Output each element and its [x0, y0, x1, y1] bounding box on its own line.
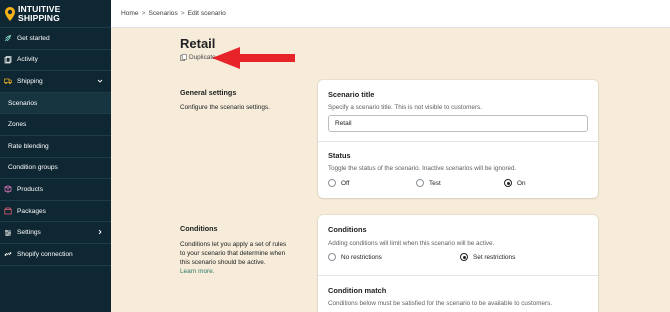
sidebar-item-shopify-connection[interactable]: Shopify connection [0, 244, 111, 266]
sidebar-item-label: Shipping [17, 77, 43, 85]
location-pin-icon [5, 6, 15, 21]
sidebar-item-label: Condition groups [8, 164, 58, 172]
status-label: Status [328, 151, 351, 160]
sidebar-item-shipping[interactable]: Shipping [0, 71, 111, 93]
conditions-description: Conditions let you apply a set of rules … [180, 240, 286, 276]
breadcrumb-home[interactable]: Home [121, 10, 139, 17]
sidebar-item-label: Zones [8, 121, 27, 129]
sidebar-item-label: Activity [17, 56, 38, 64]
shipping-icon [4, 79, 12, 85]
rocket-icon [4, 35, 12, 42]
general-settings-title: General settings [180, 88, 237, 97]
sidebar-item-label: Get started [17, 34, 50, 42]
shopify-icon [4, 252, 12, 257]
sidebar-item-label: Shopify connection [17, 250, 73, 258]
sidebar-item-get-started[interactable]: Get started [0, 28, 111, 50]
breadcrumb-separator: > [141, 10, 146, 17]
activity-icon [4, 56, 12, 64]
chevron-down-icon [97, 79, 103, 83]
sidebar-item-label: Packages [17, 207, 46, 215]
conditions-description-line: Conditions let you apply a set of rules [180, 241, 287, 248]
sidebar-item-condition-groups[interactable]: Condition groups [0, 158, 111, 180]
general-settings-card: Scenario title Specify a scenario title.… [318, 80, 598, 198]
card-divider [318, 141, 598, 142]
conditions-help: Adding conditions will limit when this s… [328, 240, 495, 247]
conditions-description-line: to your scenario that determine when [180, 250, 286, 257]
radio-button[interactable] [328, 253, 336, 261]
condition-match-label: Condition match [328, 286, 387, 295]
conditions-description-line: this scenario should be active. [180, 259, 266, 266]
conditions-radio-set-restrictions[interactable]: Set restrictions [460, 253, 515, 261]
sidebar-item-scenarios[interactable]: Scenarios [0, 92, 111, 115]
status-help: Toggle the status of the scenario. Inact… [328, 165, 517, 172]
settings-icon [5, 229, 11, 236]
general-settings-description: Configure the scenario settings. [180, 104, 270, 111]
status-radio-test[interactable]: Test [416, 179, 441, 187]
products-icon [4, 185, 12, 194]
status-radio-off[interactable]: Off [328, 179, 349, 187]
sidebar-item-label: Settings [17, 229, 41, 237]
breadcrumb-scenarios[interactable]: Scenarios [148, 10, 177, 17]
sidebar-item-packages[interactable]: Packages [0, 201, 111, 223]
sidebar-item-label: Products [17, 185, 44, 193]
conditions-radio-no-restrictions[interactable]: No restrictions [328, 253, 382, 261]
radio-label: Off [341, 179, 350, 187]
breadcrumb-separator: > [180, 10, 185, 17]
sidebar-item-products[interactable]: Products [0, 179, 111, 201]
card-divider [318, 275, 598, 276]
sidebar-item-activity[interactable]: Activity [0, 50, 111, 72]
sidebar-item-label: Scenarios [8, 99, 38, 107]
radio-button-selected[interactable] [460, 253, 468, 261]
page-title: Retail [180, 36, 216, 51]
radio-button[interactable] [416, 179, 424, 187]
brand-name: INTUITIVE SHIPPING [18, 3, 61, 23]
scenario-title-label: Scenario title [328, 90, 375, 99]
scenario-title-help: Specify a scenario title. This is not vi… [328, 104, 482, 111]
radio-label: No restrictions [341, 253, 382, 261]
scenario-title-value: Retail [335, 120, 352, 127]
packages-icon [4, 207, 12, 215]
condition-match-help: Conditions below must be satisfied for t… [328, 300, 553, 307]
conditions-label: Conditions [328, 225, 367, 234]
sidebar-item-label: Rate blending [8, 142, 49, 150]
red-arrow-annotation [212, 47, 295, 69]
duplicate-button[interactable]: Duplicate [180, 54, 216, 61]
sidebar-nav: Get started Activity Shipping Scenarios … [0, 28, 111, 266]
duplicate-icon [180, 54, 187, 61]
sidebar-item-zones[interactable]: Zones [0, 114, 111, 136]
radio-button-selected[interactable] [504, 179, 512, 187]
radio-label: Set restrictions [473, 253, 516, 261]
app-logo[interactable]: INTUITIVE SHIPPING [0, 0, 111, 28]
breadcrumb-current: Edit scenario [187, 10, 226, 17]
status-radio-on[interactable]: On [504, 179, 526, 187]
chevron-right-icon [98, 230, 102, 235]
scenario-title-input[interactable]: Retail [328, 115, 588, 132]
sidebar-item-settings[interactable]: Settings [0, 222, 111, 244]
conditions-title: Conditions [180, 224, 218, 233]
conditions-card: Conditions Adding conditions will limit … [318, 215, 598, 312]
sidebar-item-rate-blending[interactable]: Rate blending [0, 136, 111, 158]
sidebar: INTUITIVE SHIPPING Get started Activity … [0, 0, 111, 312]
radio-label: On [517, 179, 526, 187]
radio-label: Test [429, 179, 441, 187]
breadcrumb: Home > Scenarios > Edit scenario [111, 0, 670, 28]
radio-button[interactable] [328, 179, 336, 187]
learn-more-link[interactable]: Learn more. [180, 267, 286, 276]
